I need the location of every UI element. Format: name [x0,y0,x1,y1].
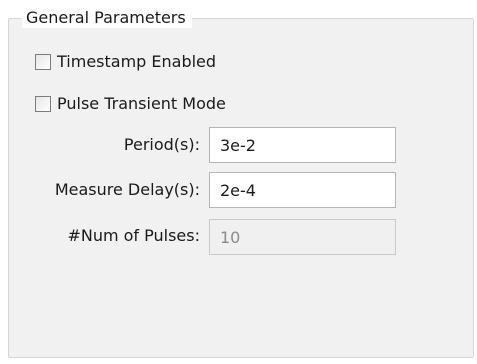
pulse-transient-mode-row[interactable]: Pulse Transient Mode [35,94,226,114]
measure-delay-input[interactable] [209,172,396,208]
general-parameters-panel: General Parameters Timestamp Enabled Pul… [0,0,477,364]
timestamp-enabled-row[interactable]: Timestamp Enabled [35,52,216,72]
timestamp-enabled-checkbox[interactable] [35,54,51,70]
period-input[interactable] [209,127,396,163]
period-label: Period(s): [123,135,200,154]
num-pulses-input [209,219,396,255]
timestamp-enabled-label: Timestamp Enabled [57,52,217,71]
group-title: General Parameters [22,8,192,28]
measure-delay-label: Measure Delay(s): [54,180,200,199]
pulse-transient-mode-label: Pulse Transient Mode [57,94,226,113]
pulse-transient-mode-checkbox[interactable] [35,96,51,112]
num-pulses-label: #Num of Pulses: [67,226,200,245]
